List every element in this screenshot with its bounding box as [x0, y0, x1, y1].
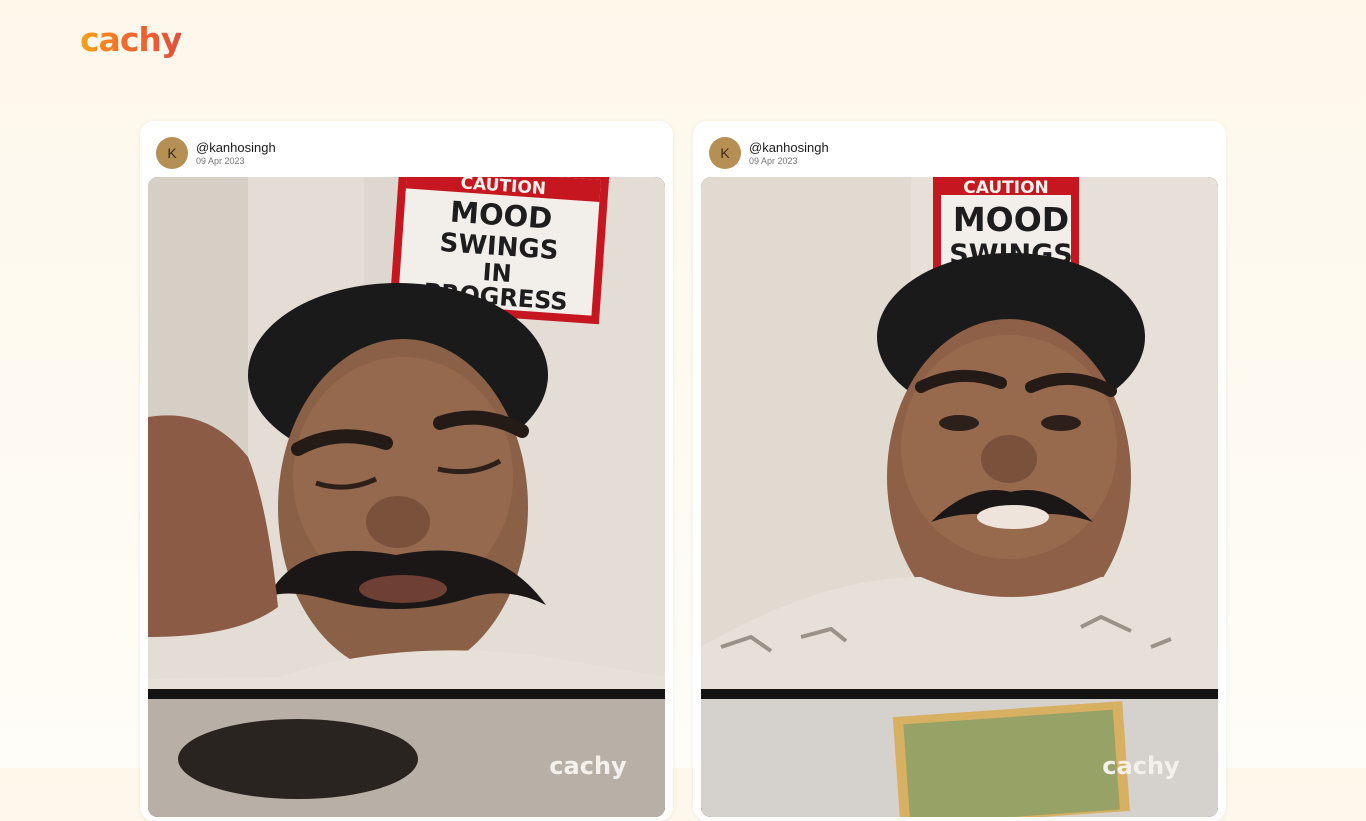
video-thumbnail[interactable]: CAUTION MOOD SWINGS [701, 177, 1218, 817]
avatar[interactable]: K [156, 137, 188, 169]
post-date: 09 Apr 2023 [196, 156, 245, 166]
post-header: K @kanhosingh 09 Apr 2023 [709, 137, 1189, 169]
avatar[interactable]: K [709, 137, 741, 169]
video-frame-bottom: cachy [148, 699, 665, 817]
site-header: cachy [80, 16, 182, 64]
video-frame-top: CAUTION MOOD SWINGS [701, 177, 1218, 689]
post-header: K @kanhosingh 09 Apr 2023 [156, 137, 636, 169]
video-frame-bottom: cachy [701, 699, 1218, 817]
post-username[interactable]: @kanhosingh [196, 140, 276, 155]
video-feed: K @kanhosingh 09 Apr 2023 CAUTION MOOD S… [140, 121, 1226, 821]
sign-mood: MOOD [953, 200, 1069, 239]
video-post-card[interactable]: K @kanhosingh 09 Apr 2023 CAUTION MOOD S… [140, 121, 673, 821]
video-watermark: cachy [1102, 752, 1180, 780]
video-post-card[interactable]: K @kanhosingh 09 Apr 2023 CAUTION MOOD S… [693, 121, 1226, 821]
video-thumbnail[interactable]: CAUTION MOOD SWINGS IN PROGRESS cachy [148, 177, 665, 817]
cachy-logo[interactable]: cachy [80, 20, 182, 59]
post-date: 09 Apr 2023 [749, 156, 798, 166]
video-watermark: cachy [549, 752, 627, 780]
sign-caution: CAUTION [963, 178, 1049, 198]
video-frame-top: CAUTION MOOD SWINGS IN PROGRESS [148, 177, 665, 689]
post-username[interactable]: @kanhosingh [749, 140, 829, 155]
